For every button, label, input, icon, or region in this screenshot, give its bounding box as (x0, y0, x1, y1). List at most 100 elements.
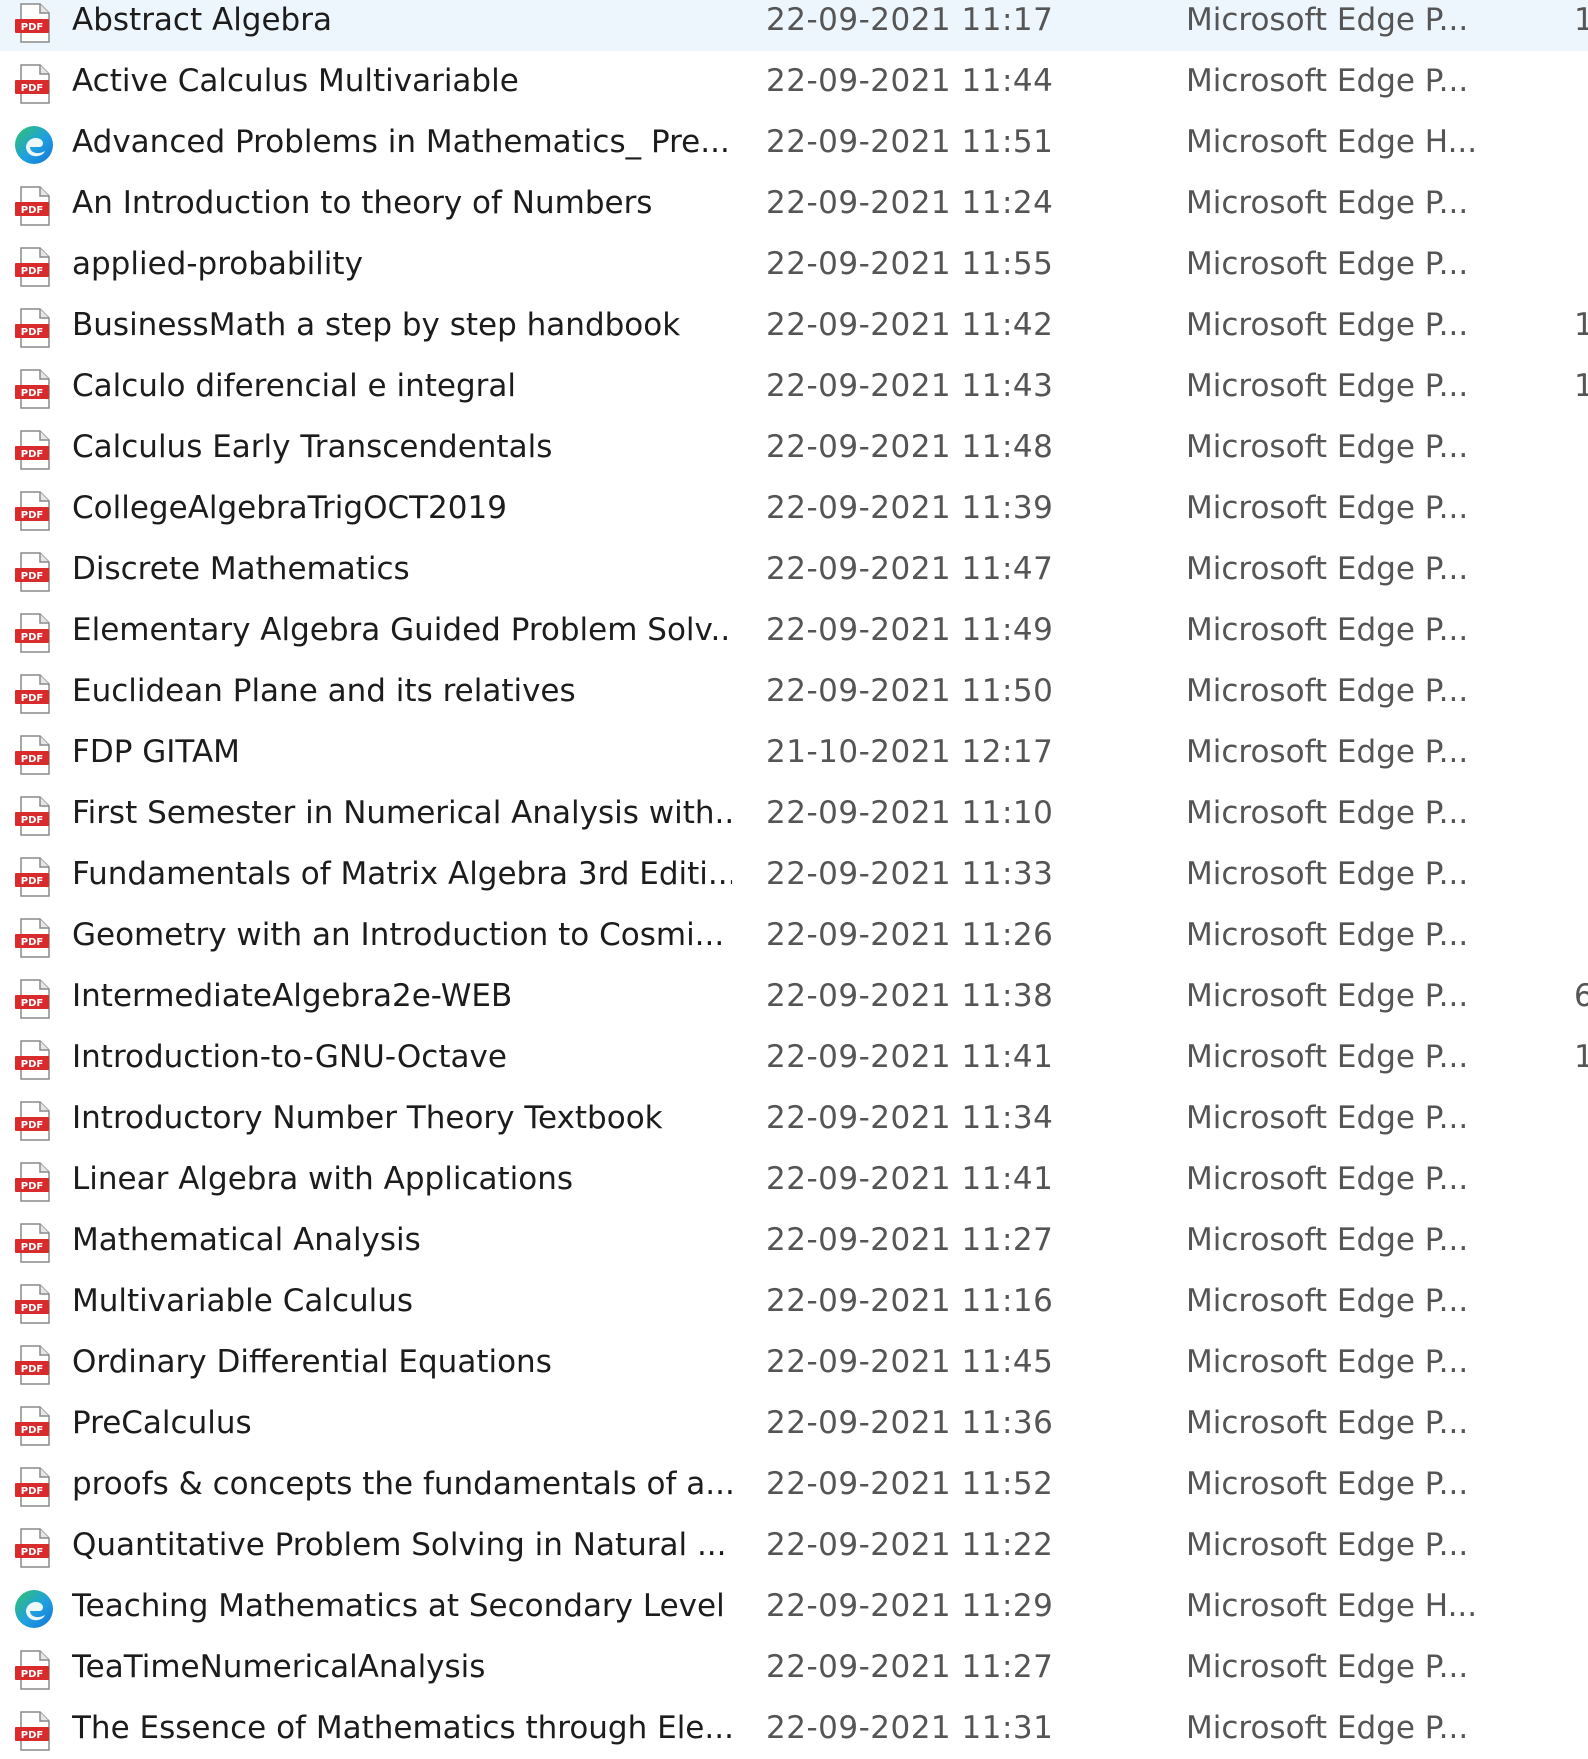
svg-text:PDF: PDF (21, 1547, 43, 1558)
svg-text:PDF: PDF (21, 1486, 43, 1497)
file-row[interactable]: PDF Quantitative Problem Solving in Natu… (0, 1515, 1588, 1576)
svg-text:PDF: PDF (21, 1242, 43, 1253)
svg-text:PDF: PDF (21, 327, 43, 338)
pdf-icon: PDF (12, 1709, 56, 1753)
file-row[interactable]: PDF IntermediateAlgebra2e-WEB 22-09-2021… (0, 966, 1588, 1027)
file-name: PreCalculus (72, 1405, 252, 1441)
svg-text:PDF: PDF (21, 693, 43, 704)
file-row[interactable]: PDF An Introduction to theory of Numbers… (0, 173, 1588, 234)
file-row[interactable]: Teaching Mathematics at Secondary Level … (0, 1576, 1588, 1637)
file-row[interactable]: PDF Discrete Mathematics 22-09-2021 11:4… (0, 539, 1588, 600)
file-name: Euclidean Plane and its relatives (72, 673, 576, 709)
file-row[interactable]: PDF proofs & concepts the fundamentals o… (0, 1454, 1588, 1515)
file-row[interactable]: PDF TeaTimeNumericalAnalysis 22-09-2021 … (0, 1637, 1588, 1698)
file-date-modified: 21-10-2021 12:17 (766, 734, 1054, 770)
file-name: Elementary Algebra Guided Problem Solv..… (72, 612, 732, 648)
pdf-icon: PDF (12, 367, 56, 411)
file-type: Microsoft Edge P... (1186, 307, 1469, 343)
file-type: Microsoft Edge P... (1186, 490, 1469, 526)
file-row[interactable]: PDF BusinessMath a step by step handbook… (0, 295, 1588, 356)
file-name: Geometry with an Introduction to Cosmi..… (72, 917, 725, 953)
svg-text:PDF: PDF (21, 266, 43, 277)
file-name: TeaTimeNumericalAnalysis (72, 1649, 486, 1685)
file-row[interactable]: PDF Euclidean Plane and its relatives 22… (0, 661, 1588, 722)
file-date-modified: 22-09-2021 11:16 (766, 1283, 1054, 1319)
file-date-modified: 22-09-2021 11:49 (766, 612, 1054, 648)
pdf-icon: PDF (12, 1404, 56, 1448)
svg-text:PDF: PDF (21, 510, 43, 521)
pdf-icon: PDF (12, 672, 56, 716)
file-name: CollegeAlgebraTrigOCT2019 (72, 490, 507, 526)
file-row[interactable]: PDF PreCalculus 22-09-2021 11:36 Microso… (0, 1393, 1588, 1454)
file-row[interactable]: PDF Geometry with an Introduction to Cos… (0, 905, 1588, 966)
file-type: Microsoft Edge P... (1186, 1161, 1469, 1197)
file-row[interactable]: PDF FDP GITAM 21-10-2021 12:17 Microsoft… (0, 722, 1588, 783)
file-row[interactable]: PDF CollegeAlgebraTrigOCT2019 22-09-2021… (0, 478, 1588, 539)
file-row[interactable]: PDF Introduction-to-GNU-Octave 22-09-202… (0, 1027, 1588, 1088)
file-row[interactable]: PDF Elementary Algebra Guided Problem So… (0, 600, 1588, 661)
pdf-icon: PDF (12, 1038, 56, 1082)
file-name: Abstract Algebra (72, 2, 332, 38)
file-row[interactable]: PDF Multivariable Calculus 22-09-2021 11… (0, 1271, 1588, 1332)
file-row[interactable]: PDF Introductory Number Theory Textbook … (0, 1088, 1588, 1149)
pdf-icon: PDF (12, 245, 56, 289)
file-type: Microsoft Edge P... (1186, 856, 1469, 892)
file-row[interactable]: PDF Mathematical Analysis 22-09-2021 11:… (0, 1210, 1588, 1271)
file-date-modified: 22-09-2021 11:10 (766, 795, 1054, 831)
pdf-icon: PDF (12, 1648, 56, 1692)
file-row[interactable]: PDF Ordinary Differential Equations 22-0… (0, 1332, 1588, 1393)
file-type: Microsoft Edge P... (1186, 917, 1469, 953)
file-type: Microsoft Edge P... (1186, 978, 1469, 1014)
file-date-modified: 22-09-2021 11:31 (766, 1710, 1054, 1746)
svg-text:PDF: PDF (21, 1303, 43, 1314)
file-row[interactable]: PDF Abstract Algebra 22-09-2021 11:17 Mi… (0, 0, 1588, 51)
file-type: Microsoft Edge P... (1186, 1039, 1469, 1075)
file-date-modified: 22-09-2021 11:42 (766, 307, 1054, 343)
svg-text:PDF: PDF (21, 754, 43, 765)
file-row[interactable]: PDF Fundamentals of Matrix Algebra 3rd E… (0, 844, 1588, 905)
file-row[interactable]: PDF Calculus Early Transcendentals 22-09… (0, 417, 1588, 478)
file-row[interactable]: PDF First Semester in Numerical Analysis… (0, 783, 1588, 844)
pdf-icon: PDF (12, 733, 56, 777)
file-name: FDP GITAM (72, 734, 240, 770)
file-date-modified: 22-09-2021 11:29 (766, 1588, 1054, 1624)
file-type: Microsoft Edge P... (1186, 185, 1469, 221)
svg-text:PDF: PDF (21, 449, 43, 460)
file-type: Microsoft Edge P... (1186, 429, 1469, 465)
file-size: 6 (1574, 978, 1588, 1014)
file-size: 1 (1574, 307, 1588, 343)
file-row[interactable]: Advanced Problems in Mathematics_ Pre...… (0, 112, 1588, 173)
svg-text:PDF: PDF (21, 1425, 43, 1436)
file-type: Microsoft Edge P... (1186, 734, 1469, 770)
file-name: Discrete Mathematics (72, 551, 410, 587)
file-date-modified: 22-09-2021 11:36 (766, 1405, 1054, 1441)
svg-text:PDF: PDF (21, 1730, 43, 1741)
file-row[interactable]: PDF Calculo diferencial e integral 22-09… (0, 356, 1588, 417)
pdf-icon: PDF (12, 1099, 56, 1143)
file-row[interactable]: PDF Linear Algebra with Applications 22-… (0, 1149, 1588, 1210)
file-type: Microsoft Edge P... (1186, 1222, 1469, 1258)
file-type: Microsoft Edge P... (1186, 246, 1469, 282)
file-row[interactable]: PDF The Essence of Mathematics through E… (0, 1698, 1588, 1759)
file-type: Microsoft Edge P... (1186, 673, 1469, 709)
file-row[interactable]: PDF Active Calculus Multivariable 22-09-… (0, 51, 1588, 112)
file-name: IntermediateAlgebra2e-WEB (72, 978, 513, 1014)
file-name: Introductory Number Theory Textbook (72, 1100, 663, 1136)
pdf-icon: PDF (12, 916, 56, 960)
file-date-modified: 22-09-2021 11:26 (766, 917, 1054, 953)
svg-text:PDF: PDF (21, 22, 43, 33)
file-row[interactable]: PDF applied-probability 22-09-2021 11:55… (0, 234, 1588, 295)
pdf-icon: PDF (12, 1221, 56, 1265)
file-name: Introduction-to-GNU-Octave (72, 1039, 507, 1075)
file-size: 1 (1574, 368, 1588, 404)
pdf-icon: PDF (12, 184, 56, 228)
file-size: 1 (1574, 1039, 1588, 1075)
svg-text:PDF: PDF (21, 83, 43, 94)
pdf-icon: PDF (12, 428, 56, 472)
file-date-modified: 22-09-2021 11:47 (766, 551, 1054, 587)
file-date-modified: 22-09-2021 11:33 (766, 856, 1054, 892)
svg-text:PDF: PDF (21, 1059, 43, 1070)
file-type: Microsoft Edge P... (1186, 551, 1469, 587)
pdf-icon: PDF (12, 1, 56, 45)
file-date-modified: 22-09-2021 11:44 (766, 63, 1054, 99)
